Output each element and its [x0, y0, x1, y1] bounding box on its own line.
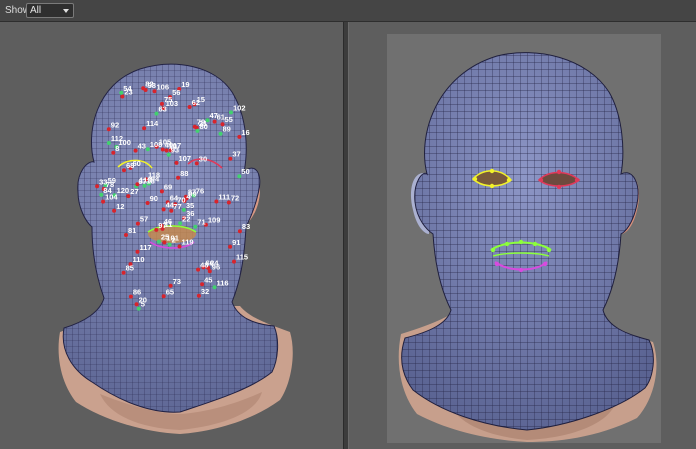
- marker-label: 75: [164, 95, 172, 104]
- right-viewport[interactable]: [349, 22, 696, 449]
- marker-label: 86: [133, 288, 141, 297]
- marker-label: 118: [148, 170, 160, 179]
- marker-label: 62: [192, 98, 200, 107]
- marker-label: 107: [179, 154, 192, 163]
- marker-label: 12: [116, 202, 124, 211]
- marker-label: 111: [218, 193, 230, 202]
- marker-label: 120: [117, 186, 130, 195]
- contour-point[interactable]: [518, 267, 524, 273]
- marker-label: 109: [208, 216, 221, 225]
- marker-label: 87: [188, 188, 196, 197]
- marker-label: 91: [232, 238, 240, 247]
- marker-label: 69: [164, 182, 172, 191]
- marker-label: 119: [182, 238, 194, 247]
- marker-label: 19: [181, 80, 189, 89]
- contour-point[interactable]: [489, 183, 495, 189]
- marker-label: 20: [139, 295, 147, 304]
- left-head-render: 2811451517212223121625304088941099961001…: [58, 63, 293, 434]
- contour-point[interactable]: [574, 177, 580, 183]
- marker-label: 50: [241, 167, 249, 176]
- marker-label: 72: [231, 194, 239, 203]
- marker-label: 92: [111, 120, 119, 129]
- marker-label: 45: [204, 275, 212, 284]
- marker-label: 117: [140, 243, 152, 252]
- marker-label: 115: [236, 253, 248, 262]
- marker-label: 27: [130, 187, 138, 196]
- marker-label: 116: [217, 278, 229, 287]
- marker-label: 54: [123, 84, 132, 93]
- marker-label: 36: [186, 209, 194, 218]
- marker-label: 106: [157, 82, 170, 91]
- marker-label: 71: [197, 218, 205, 227]
- marker-label: 102: [233, 103, 246, 112]
- contour-point[interactable]: [494, 261, 500, 267]
- marker-label: 90: [150, 194, 158, 203]
- marker-label: 89: [223, 125, 231, 134]
- contour-point[interactable]: [546, 247, 552, 253]
- contour-point[interactable]: [489, 168, 495, 174]
- contour-point[interactable]: [472, 176, 478, 182]
- marker-label: 65: [166, 287, 174, 296]
- marker-label: 110: [133, 255, 145, 264]
- marker-label: 114: [146, 119, 159, 128]
- toolbar: Show All: [0, 0, 696, 22]
- marker-label: 61: [217, 113, 225, 122]
- contour-point[interactable]: [542, 261, 548, 267]
- marker-label: 77: [173, 202, 181, 211]
- marker-label: 85: [126, 264, 134, 273]
- marker-label: 73: [173, 277, 181, 286]
- marker-label: 57: [140, 215, 148, 224]
- marker-label: 68: [126, 161, 134, 170]
- right-head-render: [398, 52, 657, 442]
- marker-label: 84: [103, 186, 112, 195]
- marker-label: 43: [138, 142, 146, 151]
- marker-label: 81: [128, 226, 136, 235]
- contour-point[interactable]: [518, 239, 524, 245]
- contour-point[interactable]: [556, 169, 562, 175]
- marker-label: 80: [200, 122, 208, 131]
- show-dropdown-value: All: [30, 5, 42, 16]
- contour-point[interactable]: [538, 177, 544, 183]
- left-viewport[interactable]: 2 8 11 4 5 15 17 21 22 23 12 16 25 30 40 88 94 10 99 96 100 1…: [0, 22, 343, 449]
- contour-point[interactable]: [506, 177, 512, 183]
- show-dropdown[interactable]: All: [26, 3, 74, 18]
- contour-point[interactable]: [504, 241, 510, 247]
- marker-label: 66: [206, 258, 214, 267]
- marker-label: 76: [196, 187, 204, 196]
- marker-label: 98: [148, 81, 156, 90]
- contour-point[interactable]: [556, 184, 562, 190]
- marker-label: 97: [158, 221, 166, 230]
- contour-point[interactable]: [490, 247, 496, 253]
- marker-label: 108: [150, 140, 163, 149]
- right-render-canvas: [387, 34, 661, 443]
- marker-label: 56: [172, 88, 180, 97]
- marker-label: 101: [166, 234, 179, 243]
- marker-label: 16: [241, 128, 249, 137]
- marker-label: 30: [199, 154, 207, 163]
- marker-label: 32: [201, 287, 209, 296]
- marker-label: 83: [242, 222, 250, 231]
- marker-label: 55: [225, 115, 233, 124]
- chevron-down-icon: [63, 9, 69, 13]
- marker-label: 37: [232, 150, 240, 159]
- marker-label: 88: [180, 169, 188, 178]
- marker-label: 112: [111, 134, 123, 143]
- contour-point[interactable]: [532, 241, 538, 247]
- marker-label: 63: [159, 105, 167, 114]
- app-window: Show All 2 8 11 4 5 15 17 21 22 23 12 16…: [0, 0, 696, 449]
